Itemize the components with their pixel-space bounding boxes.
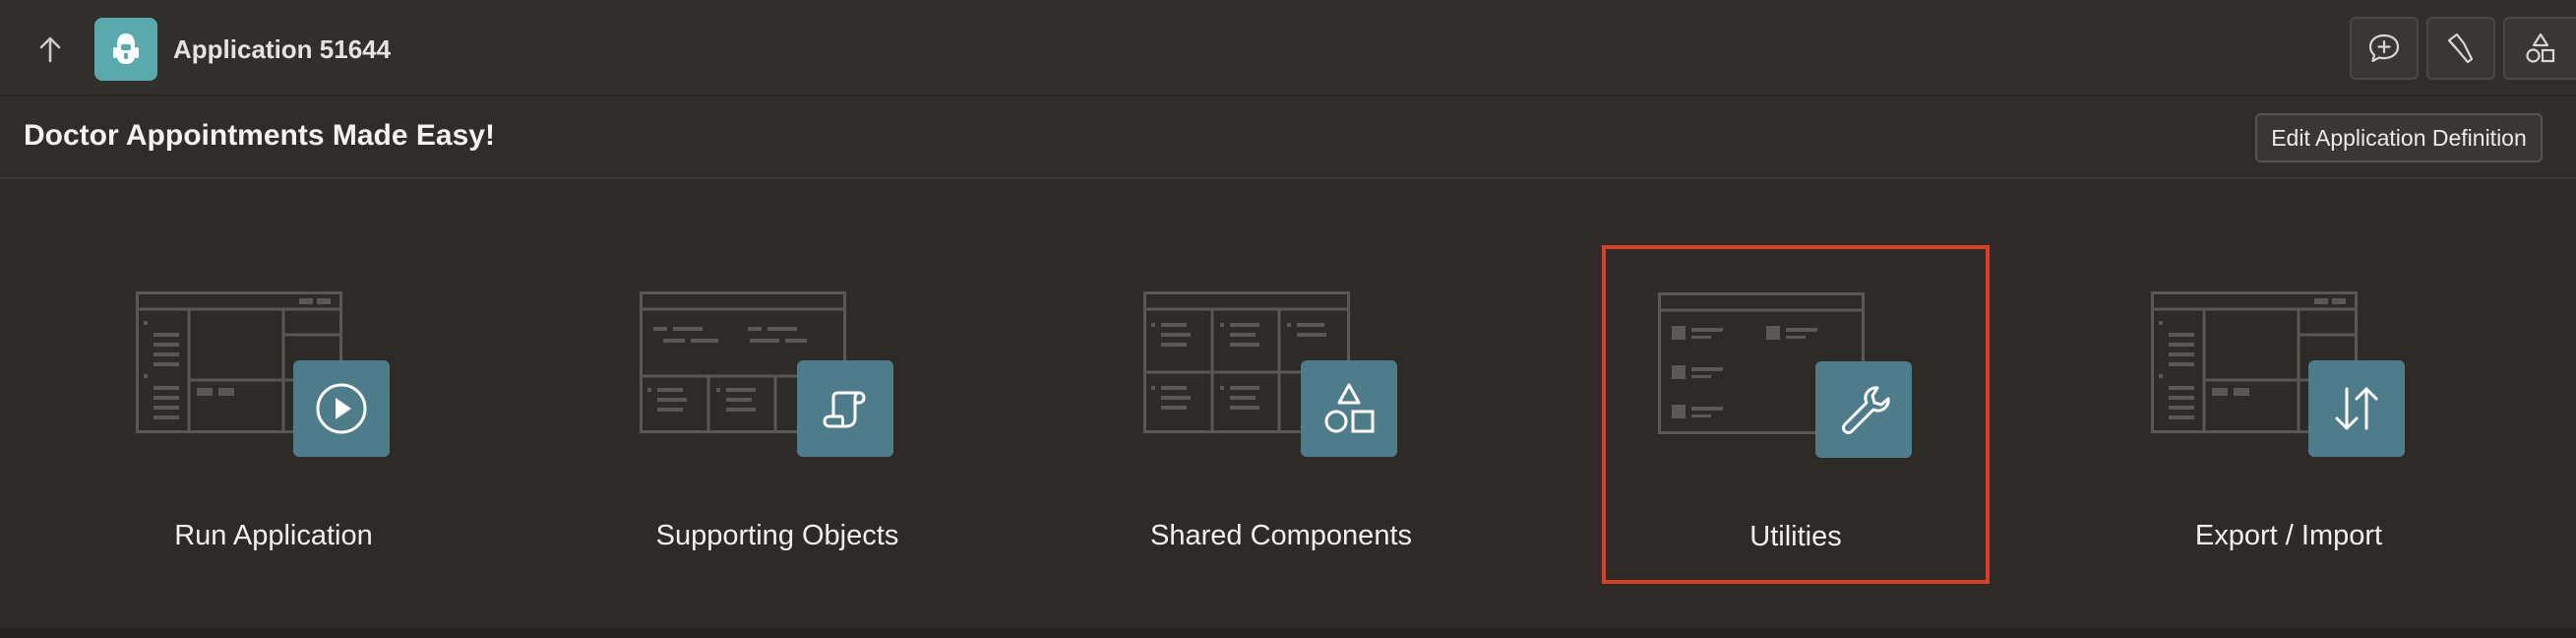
tile-label: Export / Import <box>2194 520 2383 551</box>
page-header: Doctor Appointments Made Easy! Edit Appl… <box>0 96 2576 179</box>
chat-plus-icon <box>2368 33 2400 63</box>
arrow-up-icon <box>39 36 61 63</box>
bottom-divider <box>0 628 2576 638</box>
tile-badge <box>293 360 390 457</box>
page-title: Doctor Appointments Made Easy! <box>24 119 495 152</box>
application-title: Application 51644 <box>173 34 392 64</box>
tile-graphic <box>1088 284 1474 457</box>
tile-graphic <box>81 284 466 457</box>
arrows-up-down-icon <box>2335 387 2378 430</box>
scroll-icon <box>823 391 866 428</box>
tile-run-application[interactable]: Run Application <box>81 244 466 579</box>
edit-application-definition-button[interactable]: Edit Application Definition <box>2255 113 2543 162</box>
navigate-up-button[interactable] <box>26 28 75 71</box>
shared-components-shortcut-button[interactable] <box>2503 17 2576 80</box>
tile-supporting-objects[interactable]: Supporting Objects <box>584 244 970 579</box>
tile-badge <box>1815 361 1912 458</box>
tile-label: Supporting Objects <box>655 520 899 551</box>
tile-label: Shared Components <box>1150 520 1412 551</box>
main-tiles-area: Run Application Supporting Objects Share… <box>0 181 2576 628</box>
tile-label: Utilities <box>1749 521 1842 552</box>
wrench-icon <box>1842 386 1890 434</box>
play-icon <box>316 383 367 434</box>
tile-graphic <box>584 284 970 457</box>
shapes-icon <box>2526 32 2555 63</box>
top-bar: Application 51644 <box>0 0 2576 96</box>
search-button[interactable] <box>2426 17 2495 80</box>
flashlight-icon <box>2447 32 2474 64</box>
app-icon[interactable] <box>94 18 157 81</box>
app-robot-icon <box>113 33 139 64</box>
tile-graphic <box>2096 284 2482 457</box>
tile-graphic <box>1606 285 1986 458</box>
feedback-button[interactable] <box>2350 17 2419 80</box>
shapes-icon <box>1324 383 1375 433</box>
tile-shared-components[interactable]: Shared Components <box>1088 244 1474 579</box>
tile-export-import[interactable]: Export / Import <box>2096 244 2482 579</box>
tile-badge <box>797 360 893 457</box>
tile-utilities[interactable]: Utilities <box>1602 245 1990 584</box>
tile-badge <box>1301 360 1397 457</box>
tile-badge <box>2308 360 2405 457</box>
tile-label: Run Application <box>174 520 373 551</box>
